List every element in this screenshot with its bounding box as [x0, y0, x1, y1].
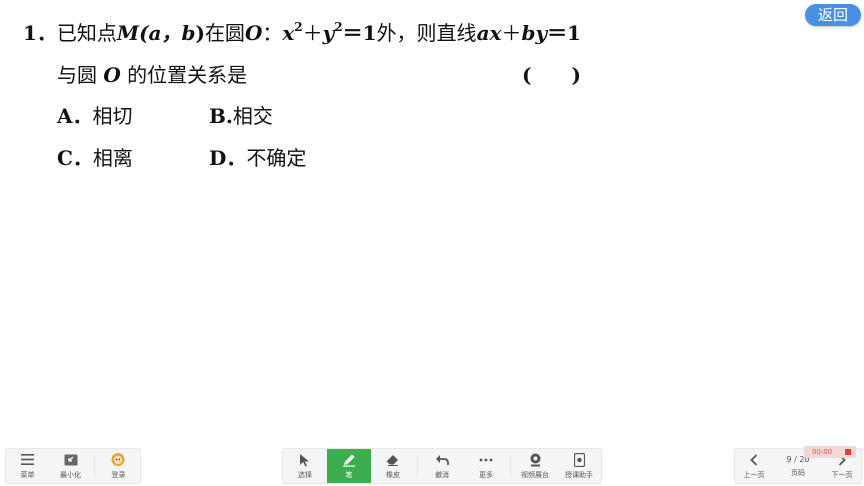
cursor-icon [298, 453, 312, 467]
answer-blank: ( ) [522, 63, 581, 87]
select-tool[interactable]: 选择 [283, 449, 327, 483]
minimize-icon [64, 453, 78, 467]
toolbar-divider [510, 456, 511, 476]
minimize-button[interactable]: 最小化 [49, 449, 92, 483]
menu-icon [21, 453, 35, 467]
record-stop-icon [845, 449, 851, 455]
option-a: A．相切 [57, 104, 133, 128]
undo-icon [435, 453, 449, 467]
back-button[interactable]: 返回 [805, 4, 861, 26]
assistant-icon [572, 452, 586, 467]
question-line-1: 1．已知点M(a，b)在圆O：x2＋y2＝1外，则直线ax＋by＝1 [23, 20, 581, 45]
more-button[interactable]: 更多 [464, 449, 508, 483]
eraser-icon [386, 453, 400, 467]
camera-icon [528, 453, 542, 467]
teaching-assistant-button[interactable]: 授课助手 [557, 449, 601, 483]
pen-tool[interactable]: 笔 [327, 449, 371, 483]
toolbar-divider [417, 456, 418, 476]
eraser-tool[interactable]: 橡皮 [371, 449, 415, 483]
prev-page-button[interactable]: 上一页 [735, 449, 773, 483]
question-line-2: 与圆 O 的位置关系是 [57, 63, 248, 87]
slide-canvas: 1．已知点M(a，b)在圆O：x2＋y2＝1外，则直线ax＋by＝1 与圆 O … [0, 0, 864, 440]
option-c: C．相离 [57, 146, 133, 170]
pen-icon [342, 453, 356, 467]
left-toolbar: 菜单 最小化 登录 [5, 448, 141, 484]
menu-button[interactable]: 菜单 [6, 449, 49, 483]
avatar-icon [111, 452, 126, 467]
video-booth-button[interactable]: 视频展台 [513, 449, 557, 483]
more-icon [479, 453, 493, 467]
undo-button[interactable]: 撤消 [420, 449, 464, 483]
recording-indicator[interactable]: 00:00 [804, 446, 856, 458]
chevron-left-icon [747, 453, 761, 467]
toolbar-divider [94, 456, 95, 476]
login-button[interactable]: 登录 [97, 449, 140, 483]
option-b: B.相交 [209, 104, 273, 128]
option-d: D．不确定 [209, 146, 307, 170]
center-toolbar: 选择 笔 橡皮 撤消 更多 视频展台 授课助手 [282, 448, 602, 484]
